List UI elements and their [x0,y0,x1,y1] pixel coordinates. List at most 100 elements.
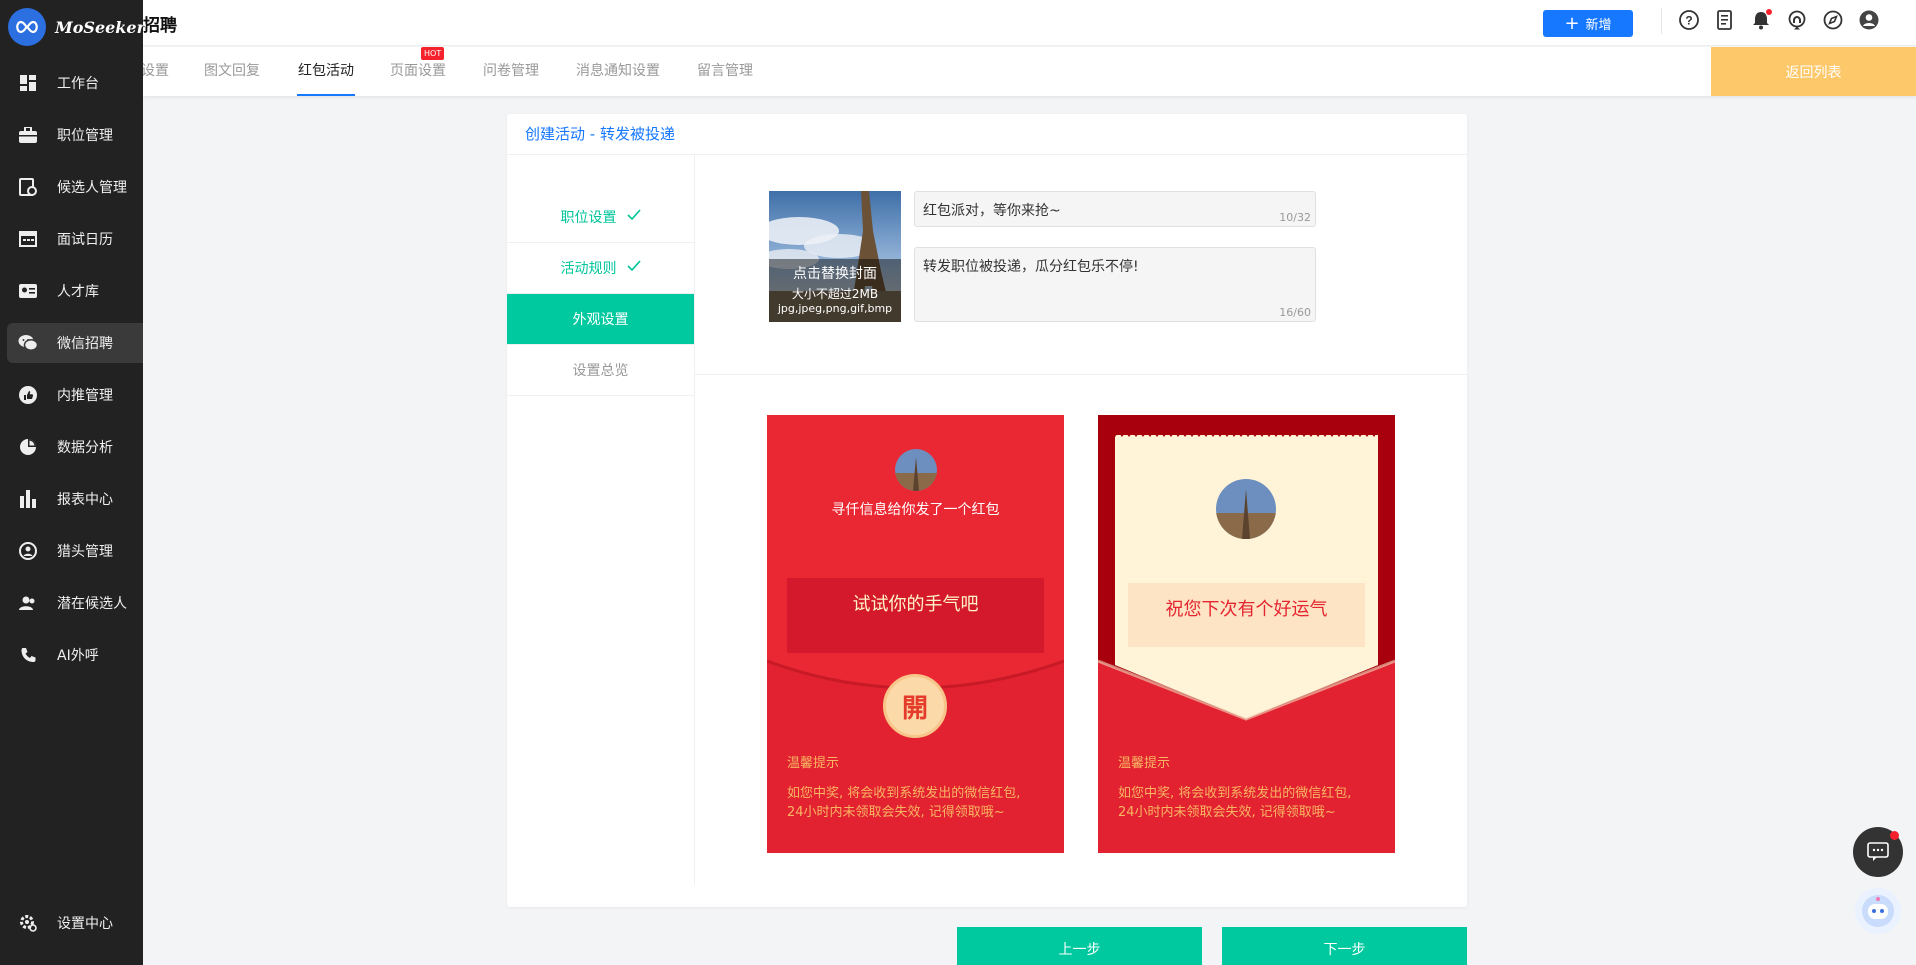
title-input[interactable]: 红包派对，等你来抢~ 10/32 [914,191,1316,227]
logo-text: MoSeeker [55,17,145,37]
step-list: 职位设置 活动规则 外观设置 设置总览 [507,155,695,885]
cover-replace-label: 点击替换封面 [793,266,877,282]
notification-dot [1766,9,1772,15]
red-packet-preview-result: 祝您下次有个好运气 温馨提示 如您中奖, 将会收到系统发出的微信红包, 24小时… [1098,415,1395,853]
sidebar-item-candidates[interactable]: 候选人管理 [0,161,143,213]
id-card-icon [18,281,38,301]
tip-line: 如您中奖, 将会收到系统发出的微信红包, [787,786,1021,801]
sidebar-item-reports[interactable]: 报表中心 [0,473,143,525]
help-icon[interactable]: ? [1678,9,1700,31]
top-icon-group: ? [1678,9,1894,31]
back-to-list-button[interactable]: 返回列表 [1711,47,1916,96]
sidebar-item-headhunter[interactable]: 猎头管理 [0,525,143,577]
tab-settings[interactable]: 设置 [141,47,169,96]
title-input-value: 红包派对，等你来抢~ [923,203,1061,219]
avatar [1216,479,1276,539]
notification-dot [1890,831,1899,840]
chat-icon [1867,842,1889,861]
gear-icon [18,913,38,933]
top-bar: 招聘 + 新增 ? [143,0,1916,46]
sidebar-nav: 工作台 职位管理 候选人管理 面试日历 人才库 微信招聘 内推管理 数据分析 报… [0,57,143,681]
red-packet-preview-closed: 寻仟信息给你发了一个红包 试试你的手气吧 開 温馨提示 如您中奖, 将会收到系统… [767,415,1064,853]
tab-messages[interactable]: 留言管理 [697,47,753,96]
next-step-button[interactable]: 下一步 [1222,927,1467,965]
step-job-settings[interactable]: 职位设置 [507,192,694,243]
headset-icon[interactable] [1786,9,1808,31]
open-packet-button[interactable]: 開 [883,674,947,738]
add-button-label: 新增 [1585,18,1612,33]
sidebar-item-wechat-recruit[interactable]: 微信招聘 [7,323,143,363]
divider [1661,8,1662,34]
pie-chart-icon [18,437,38,457]
tip-title: 温馨提示 [787,756,840,771]
tip-line: 24小时内未领取会失效, 记得领取哦~ [1118,805,1336,820]
sidebar-item-label: 候选人管理 [57,180,127,196]
cover-size-hint: 大小不超过2MB [791,287,879,301]
logo[interactable]: MoSeeker [8,8,145,46]
sidebar-bottom: 设置中心 [0,897,143,949]
sidebar-item-ai-call[interactable]: AI外呼 [0,629,143,681]
svg-text:?: ? [1685,14,1692,28]
sidebar-item-label: 报表中心 [57,492,113,508]
tab-survey[interactable]: 问卷管理 [483,47,539,96]
step-label: 设置总览 [572,363,629,379]
user-icon[interactable] [1858,9,1880,31]
sidebar-item-interview-calendar[interactable]: 面试日历 [0,213,143,265]
sidebar-item-data-analysis[interactable]: 数据分析 [0,421,143,473]
compass-icon[interactable] [1822,9,1844,31]
calendar-icon [18,229,38,249]
sidebar-item-label: 潜在候选人 [57,596,127,612]
tab-bar: 设置 图文回复 红包活动 页面设置 HOT 问卷管理 消息通知设置 留言管理 返… [141,47,1916,96]
bell-icon[interactable] [1750,9,1772,31]
sidebar-item-label: 数据分析 [57,440,113,456]
description-textarea[interactable]: 转发职位被投递，瓜分红包乐不停! 16/60 [914,247,1316,322]
sidebar-item-label: 设置中心 [57,916,113,932]
tab-rich-reply[interactable]: 图文回复 [204,47,260,96]
add-button[interactable]: + 新增 [1543,10,1633,37]
step-activity-rules[interactable]: 活动规则 [507,243,694,294]
packet-result-box: 祝您下次有个好运气 [1128,583,1365,647]
step-label: 活动规则 [560,261,617,277]
sidebar-item-jobs[interactable]: 职位管理 [0,109,143,161]
sidebar-item-referral[interactable]: 内推管理 [0,369,143,421]
step-appearance[interactable]: 外观设置 [507,294,694,345]
thumb-up-icon [18,385,38,405]
sidebar: MoSeeker 工作台 职位管理 候选人管理 面试日历 人才库 微信招聘 内推… [0,0,145,965]
sidebar-item-settings[interactable]: 设置中心 [0,897,143,949]
sidebar-item-talent-pool[interactable]: 人才库 [0,265,143,317]
people-icon [18,593,38,613]
candidate-icon [18,177,38,197]
step-label: 外观设置 [572,312,629,328]
sidebar-item-label: 猎头管理 [57,544,113,560]
briefcase-icon [18,125,38,145]
tab-red-packet[interactable]: 红包活动 [297,47,355,96]
sidebar-item-label: 工作台 [57,76,99,92]
sidebar-item-label: 职位管理 [57,128,113,144]
prev-step-button[interactable]: 上一步 [957,927,1202,965]
sidebar-item-label: 微信招聘 [57,336,113,352]
tip-line: 24小时内未领取会失效, 记得领取哦~ [787,805,1005,820]
sidebar-item-label: 面试日历 [57,232,113,248]
sidebar-item-workbench[interactable]: 工作台 [0,57,143,109]
robot-icon [1862,895,1894,927]
plus-icon: + [1564,12,1580,34]
sidebar-item-label: AI外呼 [57,648,99,664]
step-overview[interactable]: 设置总览 [507,345,694,396]
check-icon [626,260,641,276]
dashboard-icon [18,73,38,93]
tip-body: 如您中奖, 将会收到系统发出的微信红包, 24小时内未领取会失效, 记得领取哦~ [1118,784,1380,822]
sidebar-item-label: 内推管理 [57,388,113,404]
title-char-count: 10/32 [1279,211,1311,224]
tip-title: 温馨提示 [1118,756,1171,771]
chat-float-button[interactable] [1853,827,1903,877]
assistant-bot-button[interactable] [1855,888,1901,934]
wechat-icon [18,333,38,353]
document-icon[interactable] [1714,9,1736,31]
description-value: 转发职位被投递，瓜分红包乐不停! [923,259,1139,275]
tab-notifications[interactable]: 消息通知设置 [576,47,660,96]
page-title: 招聘 [143,16,177,36]
sidebar-item-potential-candidates[interactable]: 潜在候选人 [0,577,143,629]
headhunter-icon [18,541,38,561]
cover-image-uploader[interactable]: 点击替换封面 大小不超过2MB jpg,jpeg,png,gif,bmp [769,191,901,322]
card-title: 创建活动 - 转发被投递 [507,114,1467,155]
